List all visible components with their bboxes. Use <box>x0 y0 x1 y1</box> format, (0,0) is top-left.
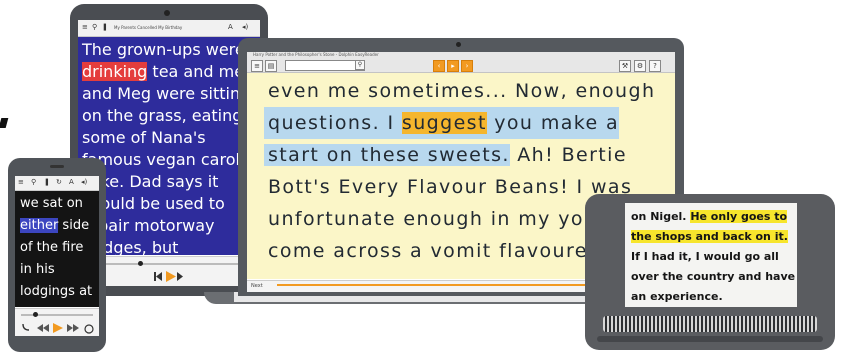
back-icon <box>22 323 30 331</box>
skip-back-icon <box>154 272 162 281</box>
phone-playback-controls <box>15 308 99 336</box>
tablet-camera <box>164 10 170 16</box>
menu-icon[interactable]: ≡ <box>82 23 88 31</box>
text-line: of the fire <box>20 240 84 255</box>
sentence-highlight: He only goes to <box>690 210 788 223</box>
text-line: Bott's Every Flavour Beans! I was <box>268 176 633 198</box>
text-line: unfortunate enough in my youth <box>268 208 620 230</box>
progress-thumb[interactable] <box>138 261 143 266</box>
braille-display-device: on Nigel. He only goes to the shops and … <box>585 194 835 350</box>
current-word-highlight: drinking <box>82 62 148 81</box>
text-line: on the grass, eating <box>82 106 243 125</box>
text-line: on Nigel. He only goes to <box>631 210 788 223</box>
play-icon <box>53 323 63 333</box>
refresh-icon[interactable]: ↻ <box>56 178 62 186</box>
speaker-icon[interactable]: ◂) <box>81 178 87 186</box>
text-line: either side <box>20 218 90 233</box>
font-size-icon[interactable]: A <box>228 23 233 31</box>
search-icon[interactable]: ⚲ <box>31 178 36 186</box>
next-button[interactable]: › <box>461 60 473 72</box>
status-text: Next <box>251 283 263 289</box>
font-size-icon[interactable]: A <box>69 178 74 186</box>
phone-toolbar: ≡ ⚲ ❚ ↻ A ◂) <box>15 176 99 191</box>
braille-screen: on Nigel. He only goes to the shops and … <box>625 203 797 307</box>
settings-icon <box>84 324 94 334</box>
menu-button[interactable]: ≡ <box>251 60 263 72</box>
text-line: even me sometimes... Now, enough <box>268 80 656 102</box>
sentence-highlight: the shops and back on it. <box>631 230 788 243</box>
playback-buttons <box>22 323 94 334</box>
progress-track[interactable] <box>21 314 93 316</box>
text-line: over the country and have <box>631 270 796 283</box>
window-title: Harry Potter and the Philosopher's Stone… <box>253 52 379 57</box>
text-line: drinking tea and me <box>82 62 245 81</box>
text-line: the shops and back on it. <box>631 227 788 247</box>
phone-reading-pane: we sat on either side of the fire in his… <box>15 191 99 307</box>
text-line: and Meg were sittin <box>82 84 241 103</box>
search-icon[interactable]: ⚲ <box>355 60 365 70</box>
playback-buttons <box>154 271 183 282</box>
text-line: start on these sweets. Ah! Bertie <box>264 139 627 171</box>
skip-forward-icon <box>177 272 183 281</box>
phone-speaker <box>50 165 64 168</box>
search-icon[interactable]: ⚲ <box>92 23 97 31</box>
text-line: If I had it, I would go all <box>631 250 779 263</box>
settings-icon[interactable]: ⚙ <box>634 60 646 72</box>
tablet-book-title: My Parents Cancelled My Birthday <box>114 25 183 30</box>
progress-thumb[interactable] <box>33 312 38 317</box>
text-line: some of Nana's <box>82 128 206 147</box>
speaker-icon[interactable]: ◂) <box>242 23 248 31</box>
bookmark-icon[interactable]: ❚ <box>44 178 50 186</box>
text-line: an experience. <box>631 290 723 303</box>
current-word-highlight: suggest <box>401 112 487 134</box>
edge-fragment <box>0 118 9 128</box>
laptop-camera <box>456 42 461 47</box>
bookmark-icon[interactable]: ❚ <box>102 23 108 31</box>
phone-screen: ≡ ⚲ ❚ ↻ A ◂) we sat on either side of th… <box>15 176 99 336</box>
tablet-toolbar: ≡ ⚲ ❚ My Parents Cancelled My Birthday A… <box>78 20 260 37</box>
book-button[interactable]: ▤ <box>265 60 277 72</box>
text-line: famous vegan carob <box>82 150 246 169</box>
fast-forward-icon <box>67 324 79 332</box>
text-line: lodgings at <box>20 284 93 299</box>
play-icon <box>166 271 176 282</box>
braille-cells[interactable] <box>603 316 817 332</box>
sentence-highlight: start on these sweets. <box>264 144 510 166</box>
text-line: in his <box>20 262 55 277</box>
previous-button[interactable]: ‹ <box>433 60 445 72</box>
phone-device: ≡ ⚲ ❚ ↻ A ◂) we sat on either side of th… <box>8 158 106 352</box>
progress-track[interactable] <box>88 263 250 265</box>
braille-routing-strip[interactable] <box>597 336 823 342</box>
text-line: we sat on <box>20 196 83 211</box>
help-icon[interactable]: ? <box>649 60 661 72</box>
rewind-icon <box>37 324 49 332</box>
play-button[interactable]: ▸ <box>447 60 459 72</box>
text-line: come across a vomit flavoured <box>268 240 602 262</box>
menu-icon[interactable]: ≡ <box>18 178 24 186</box>
sentence-highlight: questions. I suggest you make a <box>264 107 620 139</box>
laptop-toolbar: Harry Potter and the Philosopher's Stone… <box>247 52 675 73</box>
search-input[interactable] <box>285 60 365 71</box>
tools-icon[interactable]: ⚒ <box>619 60 631 72</box>
current-word-highlight: either <box>20 218 59 233</box>
text-line: The grown-ups were <box>82 40 245 59</box>
